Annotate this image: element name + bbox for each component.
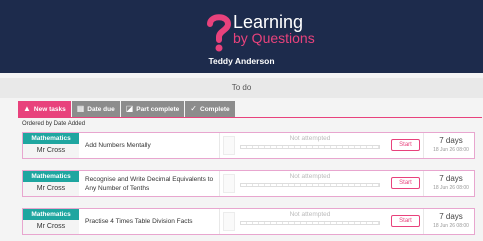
progress-bar [240,145,380,149]
task-status: Not attempted Start [219,209,424,234]
tab-label: New tasks [33,105,66,113]
status-text: Not attempted [289,173,331,180]
due-info: 7 days 18 Jun 26 08:00 [426,173,476,192]
start-button[interactable]: Start [391,139,420,151]
task-row[interactable]: Mathematics Mr Cross Practise 4 Times Ta… [22,208,475,235]
due-days: 7 days [439,136,463,145]
progress-bar [240,221,380,225]
subject-badge: Mathematics [23,171,79,182]
due-days: 7 days [439,174,463,183]
warning-icon: ▲ [23,104,31,113]
logo-title: Learning [233,12,304,32]
status-text: Not attempted [289,211,331,218]
user-name: Teddy Anderson [208,56,275,66]
tab-part-complete[interactable]: ◪ Part complete [120,101,185,117]
calendar-icon: ▦ [76,104,85,113]
task-status: Not attempted Start [219,133,424,158]
tab-underline [18,117,482,118]
task-title[interactable]: Add Numbers Mentally [85,133,215,158]
teacher-name: Mr Cross [23,220,79,234]
question-mark-logo-icon [207,14,232,52]
check-circle-icon: ✓ [190,104,197,113]
tab-complete[interactable]: ✓ Complete [185,101,235,117]
task-tabs: ▲ New tasks ▦ Date due ◪ Part complete ✓… [18,101,236,117]
logo-subtitle: by Questions [233,30,315,46]
tab-label: Part complete [136,105,180,113]
due-days: 7 days [439,212,463,221]
teacher-name: Mr Cross [23,182,79,196]
status-thumbnail [223,136,235,155]
due-date: 18 Jun 26 08:00 [433,223,469,229]
tab-label: Date due [87,105,115,113]
task-status: Not attempted Start [219,171,424,196]
status-thumbnail [223,212,235,231]
status-text: Not attempted [289,135,331,142]
start-button[interactable]: Start [391,215,420,227]
app-header: Learning by Questions Teddy Anderson [0,0,483,73]
status-thumbnail [223,174,235,193]
subject-badge: Mathematics [23,133,79,144]
order-label: Ordered by Date Added [22,121,86,127]
task-row[interactable]: Mathematics Mr Cross Recognise and Write… [22,170,475,197]
due-info: 7 days 18 Jun 26 08:00 [426,135,476,154]
tab-new-tasks[interactable]: ▲ New tasks [18,101,71,117]
due-info: 7 days 18 Jun 26 08:00 [426,211,476,230]
teacher-name: Mr Cross [23,144,79,158]
task-title[interactable]: Recognise and Write Decimal Equivalents … [85,171,215,196]
part-complete-icon: ◪ [125,104,134,113]
task-row[interactable]: Mathematics Mr Cross Add Numbers Mentall… [22,132,475,159]
todo-title: To do [0,78,483,98]
task-title[interactable]: Practise 4 Times Table Division Facts [85,209,215,234]
tab-label: Complete [200,105,230,113]
subject-badge: Mathematics [23,209,79,220]
start-button[interactable]: Start [391,177,420,189]
due-date: 18 Jun 26 08:00 [433,185,469,191]
tab-date-due[interactable]: ▦ Date due [71,101,120,117]
progress-bar [240,183,380,187]
due-date: 18 Jun 26 08:00 [433,147,469,153]
